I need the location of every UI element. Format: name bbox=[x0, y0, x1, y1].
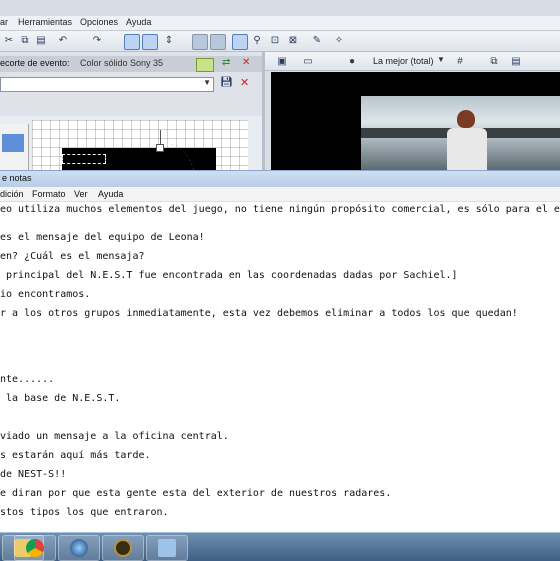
chrome-icon bbox=[26, 539, 44, 557]
text-line: de NEST-S!! bbox=[0, 469, 67, 480]
text-line: e diran por que esta gente esta del exte… bbox=[0, 488, 392, 499]
copy-snapshot-icon[interactable]: ⧉ bbox=[487, 55, 501, 69]
settings-icon[interactable]: ✧ bbox=[332, 34, 346, 48]
video-preview-panel: ▣ ▭ ● La mejor (total) ▼ # ⧉ ▤ bbox=[265, 52, 560, 170]
undo-icon[interactable]: ↶ bbox=[56, 34, 70, 48]
menu-item-tools-partial[interactable]: ar bbox=[0, 17, 8, 27]
navigate-arrows-icon[interactable]: ⇄ bbox=[222, 57, 230, 68]
vegas-window: ar Herramientas Opciones Ayuda ✂ ⧉ ▤ ↶ ↷… bbox=[0, 0, 560, 170]
notepad-text-area[interactable]: eo utiliza muchos elementos del juego, n… bbox=[0, 202, 560, 532]
selection-tool-icon[interactable]: ⇕ bbox=[162, 34, 176, 48]
menu-item-herramientas[interactable]: Herramientas bbox=[18, 17, 72, 27]
chevron-down-icon: ▼ bbox=[437, 55, 445, 64]
text-line: la base de N.E.S.T. bbox=[0, 393, 121, 404]
mask-editor[interactable] bbox=[0, 116, 262, 170]
menu-item-opciones[interactable]: Opciones bbox=[80, 17, 118, 27]
copy-icon[interactable]: ⧉ bbox=[18, 34, 32, 48]
vegas-icon bbox=[70, 539, 88, 557]
lock-envelopes-icon[interactable]: ⚲ bbox=[250, 34, 264, 48]
vegas-toolbar: ✂ ⧉ ▤ ↶ ↷ ⇕ ⚲ ⊡ ⊠ ✎ ✧ bbox=[0, 31, 560, 52]
crossfade-icon[interactable]: ⊠ bbox=[286, 34, 300, 48]
save-snapshot-icon[interactable]: ▤ bbox=[509, 55, 523, 69]
vertical-ruler bbox=[0, 124, 29, 170]
preview-toolbar: ▣ ▭ ● La mejor (total) ▼ # ⧉ ▤ bbox=[265, 52, 560, 71]
envelope-edit-tool-button[interactable] bbox=[142, 34, 158, 50]
text-line: io encontramos. bbox=[0, 289, 91, 300]
mask-control-point[interactable] bbox=[156, 144, 164, 152]
auto-ripple-button[interactable] bbox=[232, 34, 248, 50]
menu-item-ver[interactable]: Ver bbox=[74, 189, 88, 199]
mask-grid-canvas[interactable] bbox=[32, 120, 248, 170]
preset-dropdown[interactable]: ▼ bbox=[0, 77, 214, 92]
ignore-grouping-icon[interactable]: ⊡ bbox=[268, 34, 282, 48]
character-body bbox=[447, 128, 487, 170]
league-of-legends-icon bbox=[114, 539, 132, 557]
menu-item-edicion[interactable]: dición bbox=[0, 189, 24, 199]
cut-icon[interactable]: ✂ bbox=[2, 34, 16, 48]
eyedropper-icon[interactable]: ✎ bbox=[310, 34, 324, 48]
event-crop-panel: ecorte de evento: Color sólido Sony 35 ⇄… bbox=[0, 52, 265, 170]
video-preview-canvas bbox=[271, 72, 560, 170]
preview-properties-icon[interactable]: ▣ bbox=[275, 55, 289, 69]
save-preset-icon[interactable]: 💾︎ bbox=[220, 77, 233, 88]
preview-quality-select[interactable]: La mejor (total) bbox=[373, 56, 434, 66]
delete-preset-icon[interactable]: ✕ bbox=[240, 76, 249, 89]
video-frame bbox=[361, 96, 560, 170]
external-monitor-icon[interactable]: ▭ bbox=[301, 55, 315, 69]
mask-selection-box[interactable] bbox=[62, 154, 106, 164]
taskbar-button-notepad[interactable] bbox=[146, 535, 188, 561]
taskbar-button-chrome[interactable] bbox=[14, 535, 56, 561]
zoom-tool-button[interactable] bbox=[192, 34, 208, 50]
text-line: viado un mensaje a la oficina central. bbox=[0, 431, 229, 442]
text-line: stos tipos los que entraron. bbox=[0, 507, 169, 518]
event-crop-preset-name: Color sólido Sony 35 bbox=[80, 58, 164, 68]
normal-edit-tool-button[interactable] bbox=[124, 34, 140, 50]
notepad-title: e notas bbox=[2, 173, 32, 183]
text-line: principal del N.E.S.T fue encontrada en … bbox=[0, 270, 458, 281]
character-head bbox=[457, 110, 475, 128]
text-line: es el mensaje del equipo de Leona! bbox=[0, 232, 205, 243]
overlays-icon[interactable]: # bbox=[453, 55, 467, 69]
text-line: eo utiliza muchos elementos del juego, n… bbox=[0, 204, 560, 215]
keyframe-button[interactable] bbox=[196, 58, 214, 72]
snap-button[interactable] bbox=[210, 34, 226, 50]
chevron-down-icon: ▼ bbox=[203, 78, 211, 87]
taskbar-button-vegas[interactable] bbox=[58, 535, 100, 561]
notepad-icon bbox=[158, 539, 176, 557]
text-line: nte...... bbox=[0, 374, 55, 385]
menu-item-formato[interactable]: Formato bbox=[32, 189, 66, 199]
paste-icon[interactable]: ▤ bbox=[34, 34, 48, 48]
preset-row: ▼ 💾︎ ✕ bbox=[0, 76, 262, 92]
split-screen-icon[interactable]: ● bbox=[345, 55, 359, 69]
ruler-selection[interactable] bbox=[2, 134, 24, 152]
close-icon[interactable]: ✕ bbox=[242, 57, 250, 68]
notepad-menubar: dición Formato Ver Ayuda bbox=[0, 187, 560, 202]
text-line: r a los otros grupos inmediatamente, est… bbox=[0, 308, 518, 319]
taskbar bbox=[0, 532, 560, 561]
menu-item-ayuda[interactable]: Ayuda bbox=[126, 17, 151, 27]
redo-icon[interactable]: ↷ bbox=[90, 34, 104, 48]
taskbar-button-league[interactable] bbox=[102, 535, 144, 561]
text-line: en? ¿Cuál es el mensaja? bbox=[0, 251, 145, 262]
notepad-titlebar: e notas bbox=[0, 170, 560, 187]
event-crop-header: ecorte de evento: Color sólido Sony 35 ⇄… bbox=[0, 56, 262, 72]
text-line: s estarán aquí más tarde. bbox=[0, 450, 151, 461]
vegas-menubar: ar Herramientas Opciones Ayuda bbox=[0, 16, 560, 31]
event-crop-title: ecorte de evento: bbox=[0, 58, 70, 68]
menu-item-ayuda[interactable]: Ayuda bbox=[98, 189, 123, 199]
